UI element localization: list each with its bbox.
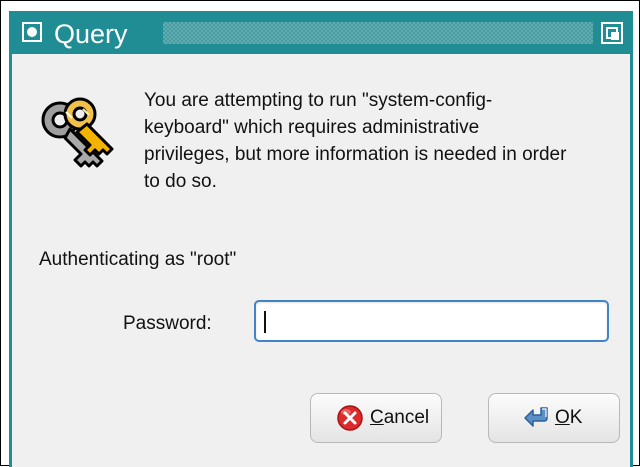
cancel-rest: ancel bbox=[383, 407, 430, 428]
password-label: Password: bbox=[123, 313, 212, 334]
authenticating-text: Authenticating as "root" bbox=[39, 249, 237, 270]
cancel-mnemonic: C bbox=[370, 407, 384, 428]
window-menu-icon[interactable] bbox=[22, 22, 42, 42]
cancel-button-label: Cancel bbox=[370, 407, 429, 429]
cancel-icon bbox=[337, 405, 363, 431]
dialog-frame: Query You are attempting to run "system-… bbox=[9, 11, 633, 467]
ok-mnemonic: O bbox=[555, 407, 570, 428]
ok-rest: K bbox=[569, 407, 583, 428]
cancel-button[interactable]: Cancel bbox=[310, 393, 442, 443]
ok-button[interactable]: OK bbox=[488, 393, 620, 443]
titlebar-pattern bbox=[163, 22, 593, 44]
dialog-message: You are attempting to run "system-config… bbox=[144, 90, 567, 192]
ok-arrow-icon bbox=[524, 407, 548, 427]
ok-button-label: OK bbox=[555, 407, 582, 429]
password-input[interactable] bbox=[256, 302, 607, 340]
text-cursor bbox=[264, 311, 266, 333]
keys-icon bbox=[41, 97, 114, 168]
dialog-window: Query You are attempting to run "system-… bbox=[0, 0, 640, 467]
password-field[interactable] bbox=[254, 300, 609, 342]
window-title: Query bbox=[54, 19, 128, 49]
titlebar: Query bbox=[12, 14, 630, 54]
dialog-content: You are attempting to run "system-config… bbox=[12, 54, 630, 467]
maximize-icon[interactable] bbox=[601, 22, 623, 44]
keys-icon bbox=[41, 97, 114, 168]
